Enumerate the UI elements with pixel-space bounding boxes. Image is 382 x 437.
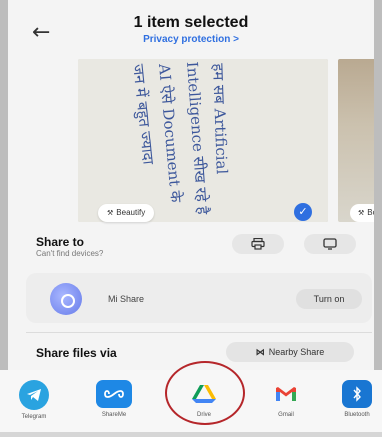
drive-highlight-circle bbox=[165, 361, 245, 425]
printer-icon bbox=[251, 237, 265, 250]
mi-share-label: Mi Share bbox=[108, 294, 145, 304]
magic-wand-icon: ⚒ bbox=[358, 210, 365, 217]
magic-wand-icon: ⚒ bbox=[107, 210, 114, 217]
page-title: 1 item selected bbox=[133, 14, 249, 31]
telegram-icon bbox=[19, 380, 49, 410]
printer-device-button[interactable] bbox=[232, 234, 284, 254]
turn-on-button[interactable]: Turn on bbox=[296, 289, 362, 309]
mi-share-icon bbox=[50, 283, 82, 315]
app-label: ShareMe bbox=[101, 412, 127, 418]
nearby-share-icon: ⋈ bbox=[255, 347, 265, 357]
tv-icon bbox=[323, 238, 337, 250]
tv-device-button[interactable] bbox=[304, 234, 356, 254]
nearby-share-label: Nearby Share bbox=[268, 347, 325, 357]
divider bbox=[26, 332, 372, 333]
share-to-heading: Share to bbox=[36, 235, 85, 249]
gmail-icon bbox=[268, 380, 304, 408]
app-label: Bluetooth bbox=[344, 412, 370, 418]
privacy-protection-link[interactable]: Privacy protection > bbox=[8, 34, 374, 45]
next-photo[interactable] bbox=[338, 59, 374, 222]
selected-photo[interactable]: हम सब Artificial Intelligence सीख रहे है… bbox=[78, 59, 328, 222]
handwriting-line: हम सब Artificial bbox=[209, 63, 231, 175]
beautify-label: Bo bbox=[367, 208, 374, 217]
app-bluetooth[interactable]: Bluetooth bbox=[332, 380, 382, 418]
next-photo-beautify-button[interactable]: ⚒Bo bbox=[350, 204, 374, 222]
shareme-icon bbox=[96, 380, 132, 408]
bottom-bar bbox=[0, 432, 382, 437]
app-label: Telegram bbox=[21, 414, 47, 420]
selected-check-icon[interactable]: ✓ bbox=[294, 203, 312, 221]
beautify-label: Beautify bbox=[116, 208, 146, 217]
cant-find-devices-link[interactable]: Can't find devices? bbox=[36, 249, 103, 258]
beautify-button[interactable]: ⚒ Beautify bbox=[98, 204, 155, 222]
mi-share-card: Mi Share Turn on bbox=[26, 273, 372, 323]
app-telegram[interactable]: Telegram bbox=[4, 380, 64, 420]
nearby-share-button[interactable]: ⋈ Nearby Share bbox=[226, 342, 354, 362]
app-shareme[interactable]: ShareMe bbox=[84, 380, 144, 418]
bluetooth-icon bbox=[342, 380, 372, 408]
share-files-via-heading: Share files via bbox=[36, 346, 117, 360]
app-label: Gmail bbox=[278, 412, 294, 418]
app-gmail[interactable]: Gmail bbox=[256, 380, 316, 418]
